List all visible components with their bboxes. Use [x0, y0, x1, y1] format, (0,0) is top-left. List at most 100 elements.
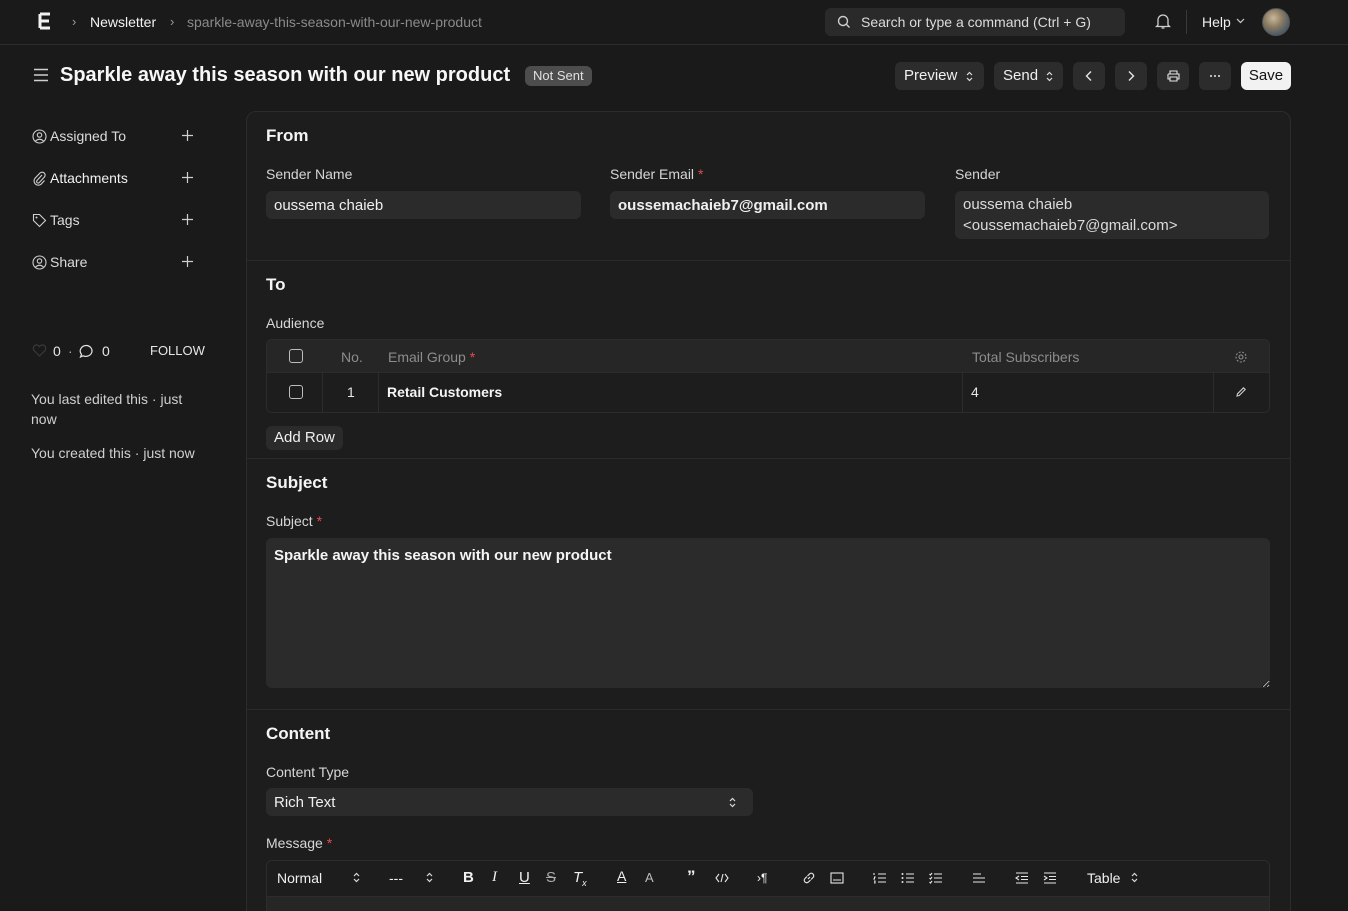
audience-label: Audience [266, 315, 325, 331]
plus-icon[interactable] [181, 213, 194, 226]
sidebar-item-assigned-to[interactable]: Assigned To [32, 126, 202, 146]
column-divider [378, 373, 379, 412]
indent-icon[interactable] [1043, 872, 1057, 884]
section-divider [247, 709, 1290, 710]
section-heading-from: From [266, 126, 309, 145]
preview-button[interactable]: Preview [895, 62, 984, 90]
required-marker: * [316, 513, 323, 529]
link-icon[interactable] [802, 871, 816, 885]
activity-last-edited: You last edited this · just now [31, 391, 183, 427]
highlight-color-icon[interactable]: A [645, 870, 654, 885]
bullet-list-icon[interactable] [901, 872, 915, 884]
send-button[interactable]: Send [994, 62, 1063, 90]
plus-icon[interactable] [181, 171, 194, 184]
code-icon[interactable] [715, 873, 729, 883]
sender-name-value: oussema chaieb [274, 197, 384, 214]
plus-icon[interactable] [181, 129, 194, 142]
select-all-checkbox[interactable] [289, 349, 303, 363]
rich-text-editor: Normal --- B I U S Tx A A ” ›¶ Table [266, 860, 1270, 911]
previous-doc-button[interactable] [1073, 62, 1105, 90]
sidebar-item-share[interactable]: Share [32, 252, 202, 272]
send-label: Send [1003, 67, 1039, 84]
row-checkbox[interactable] [289, 385, 303, 399]
next-doc-button[interactable] [1115, 62, 1147, 90]
text-color-icon[interactable]: A [617, 868, 626, 884]
search-bar[interactable]: Search or type a command (Ctrl + G) [825, 8, 1125, 36]
share-icon [32, 255, 47, 270]
required-marker: * [469, 349, 476, 365]
checklist-icon[interactable] [929, 872, 943, 884]
font-size-select[interactable]: --- [389, 870, 403, 886]
heart-icon[interactable] [32, 344, 47, 357]
total-subscribers-cell[interactable]: 4 [971, 384, 979, 400]
table-row[interactable]: 1 Retail Customers 4 [267, 373, 1269, 412]
sender-label: Sender [955, 166, 1001, 182]
outdent-icon[interactable] [1015, 872, 1029, 884]
separator-dot: · [68, 343, 73, 359]
sender-email-value: oussemachaieb7@gmail.com [618, 197, 828, 214]
ordered-list-icon[interactable] [873, 872, 887, 884]
sort-arrows-icon [966, 71, 973, 82]
sender-email-field[interactable]: oussemachaieb7@gmail.com [610, 191, 925, 219]
follow-button[interactable]: FOLLOW [150, 343, 205, 358]
sidebar-item-attachments[interactable]: Attachments [32, 168, 202, 188]
app-logo-icon[interactable] [38, 12, 54, 32]
sender-email-label: Sender Email * [610, 166, 703, 182]
sender-name-field[interactable]: oussema chaieb [266, 191, 581, 219]
comment-count: 0 [102, 343, 110, 359]
clear-format-icon[interactable]: Tx [573, 869, 587, 888]
sort-arrows-icon [1131, 872, 1138, 883]
edit-pencil-icon[interactable] [1235, 386, 1247, 398]
plus-icon[interactable] [181, 255, 194, 268]
help-menu[interactable]: Help [1202, 14, 1231, 30]
content-type-select[interactable]: Rich Text [266, 788, 753, 816]
align-left-icon[interactable] [972, 872, 986, 884]
paragraph-style-select[interactable]: Normal [277, 870, 322, 886]
italic-icon[interactable]: I [492, 869, 497, 886]
image-icon[interactable] [830, 872, 844, 884]
chevron-down-icon[interactable] [1236, 18, 1245, 24]
sender-line2: <oussemachaieb7@gmail.com> [963, 217, 1178, 234]
table-header: No. Email Group * Total Subscribers [267, 340, 1269, 373]
breadcrumb-current-doc[interactable]: sparkle-away-this-season-with-our-new-pr… [187, 14, 482, 30]
strikethrough-icon[interactable]: S [546, 869, 556, 886]
ellipsis-icon [1210, 75, 1220, 77]
message-label-text: Message [266, 835, 323, 851]
preview-label: Preview [904, 67, 958, 84]
gear-icon[interactable] [1234, 350, 1248, 364]
chevron-left-icon [1085, 71, 1092, 81]
underline-icon[interactable]: U [519, 869, 530, 886]
sidebar-toggle-icon[interactable] [33, 68, 49, 82]
text-direction-icon[interactable]: ›¶ [757, 871, 767, 885]
activity-created: You created this · just now [31, 445, 195, 461]
subject-label-text: Subject [266, 513, 313, 529]
section-heading-content: Content [266, 724, 331, 743]
status-badge: Not Sent [525, 66, 592, 86]
blockquote-icon[interactable]: ” [687, 867, 696, 887]
audience-table: No. Email Group * Total Subscribers 1 Re… [266, 339, 1270, 413]
comment-icon[interactable] [79, 344, 95, 359]
add-row-button[interactable]: Add Row [266, 426, 343, 450]
print-button[interactable] [1157, 62, 1189, 90]
required-marker: * [697, 166, 704, 182]
sort-arrows-icon [1046, 71, 1053, 82]
sidebar-item-tags[interactable]: Tags [32, 210, 202, 230]
table-select[interactable]: Table [1087, 870, 1120, 886]
bold-icon[interactable]: B [463, 869, 474, 886]
more-options-button[interactable] [1199, 62, 1231, 90]
top-navbar: › Newsletter › sparkle-away-this-season-… [0, 0, 1348, 45]
editor-body[interactable] [267, 897, 1269, 911]
breadcrumb-newsletter[interactable]: Newsletter [90, 14, 156, 30]
sidebar-item-label: Assigned To [50, 128, 127, 144]
bell-icon[interactable] [1155, 13, 1171, 30]
paperclip-icon [33, 171, 46, 186]
save-button[interactable]: Save [1241, 62, 1291, 90]
email-group-cell[interactable]: Retail Customers [387, 384, 502, 400]
subject-textarea[interactable]: Sparkle away this season with our new pr… [266, 538, 1270, 688]
page-title: Sparkle away this season with our new pr… [60, 64, 511, 86]
printer-icon [1167, 70, 1180, 82]
user-avatar[interactable] [1262, 8, 1290, 36]
column-header-email-group: Email Group * [388, 349, 475, 365]
like-count: 0 [53, 343, 61, 359]
sort-arrows-icon [353, 872, 360, 883]
